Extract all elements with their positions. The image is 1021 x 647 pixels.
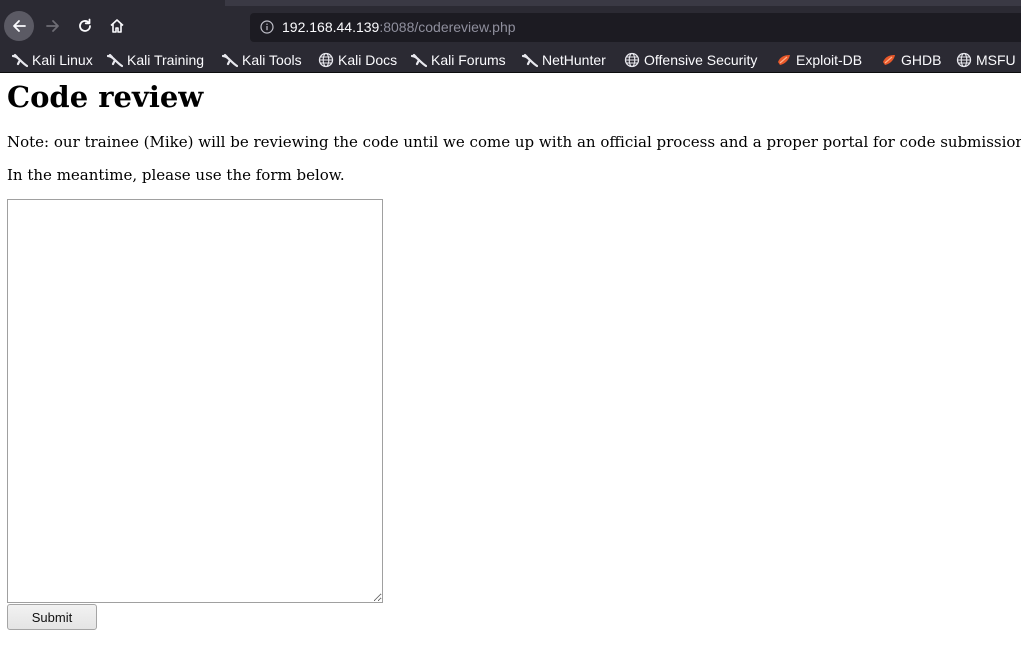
url-text[interactable]: 192.168.44.139:8088/codereview.php (282, 19, 516, 36)
globe-icon (956, 52, 972, 68)
arrow-right-icon (46, 20, 59, 32)
bookmark-kali-docs[interactable]: Kali Docs (318, 50, 397, 70)
code-textarea[interactable] (7, 199, 383, 603)
back-button[interactable] (4, 11, 34, 41)
home-icon (110, 19, 124, 33)
exploit-db-icon (883, 55, 895, 65)
kali-dragon-icon (12, 53, 28, 68)
kali-dragon-icon (222, 53, 238, 68)
bookmarks-toolbar: Kali Linux Kali Training Kali Tools Kali… (0, 46, 1021, 73)
instruction-paragraph: In the meantime, please use the form bel… (7, 166, 345, 184)
home-button[interactable] (102, 11, 132, 41)
note-paragraph: Note: our trainee (Mike) will be reviewi… (7, 133, 1021, 151)
info-icon[interactable] (260, 20, 274, 34)
browser-toolbar: 192.168.44.139:8088/codereview.php (0, 0, 1021, 46)
globe-icon (624, 52, 640, 68)
forward-button[interactable] (38, 11, 68, 41)
bookmark-kali-linux[interactable]: Kali Linux (12, 50, 93, 70)
bookmark-label: GHDB (901, 52, 942, 68)
bookmark-kali-training[interactable]: Kali Training (107, 50, 204, 70)
submit-button[interactable]: Submit (7, 604, 97, 630)
kali-dragon-icon (522, 53, 538, 68)
page-title: Code review (7, 80, 204, 114)
kali-dragon-icon (411, 53, 427, 68)
bookmark-exploit-db[interactable]: Exploit-DB (776, 50, 862, 70)
bookmark-kali-tools[interactable]: Kali Tools (222, 50, 302, 70)
globe-icon (318, 52, 334, 68)
bookmark-kali-forums[interactable]: Kali Forums (411, 50, 506, 70)
arrow-left-icon (13, 20, 26, 32)
bookmark-label: Kali Forums (431, 52, 506, 68)
bookmark-label: Kali Linux (32, 52, 93, 68)
bookmark-label: Kali Tools (242, 52, 302, 68)
reload-icon (79, 18, 91, 32)
bookmark-label: NetHunter (542, 52, 606, 68)
url-path: :8088/codereview.php (379, 19, 516, 35)
tab-strip (225, 0, 1021, 6)
bookmark-nethunter[interactable]: NetHunter (522, 50, 606, 70)
bookmark-offensive-security[interactable]: Offensive Security (624, 50, 757, 70)
url-host: 192.168.44.139 (282, 19, 380, 35)
bookmark-label: Exploit-DB (796, 52, 863, 68)
bookmark-label: Offensive Security (644, 52, 758, 68)
bookmark-msfu[interactable]: MSFU (956, 50, 1016, 70)
bookmark-label: Kali Docs (338, 52, 398, 68)
kali-dragon-icon (107, 53, 123, 68)
bookmark-ghdb[interactable]: GHDB (881, 50, 941, 70)
url-bar[interactable]: 192.168.44.139:8088/codereview.php (250, 13, 1021, 42)
bookmark-label: Kali Training (127, 52, 205, 68)
exploit-db-icon (778, 55, 790, 65)
reload-button[interactable] (70, 11, 100, 41)
bookmark-label: MSFU (976, 52, 1016, 68)
